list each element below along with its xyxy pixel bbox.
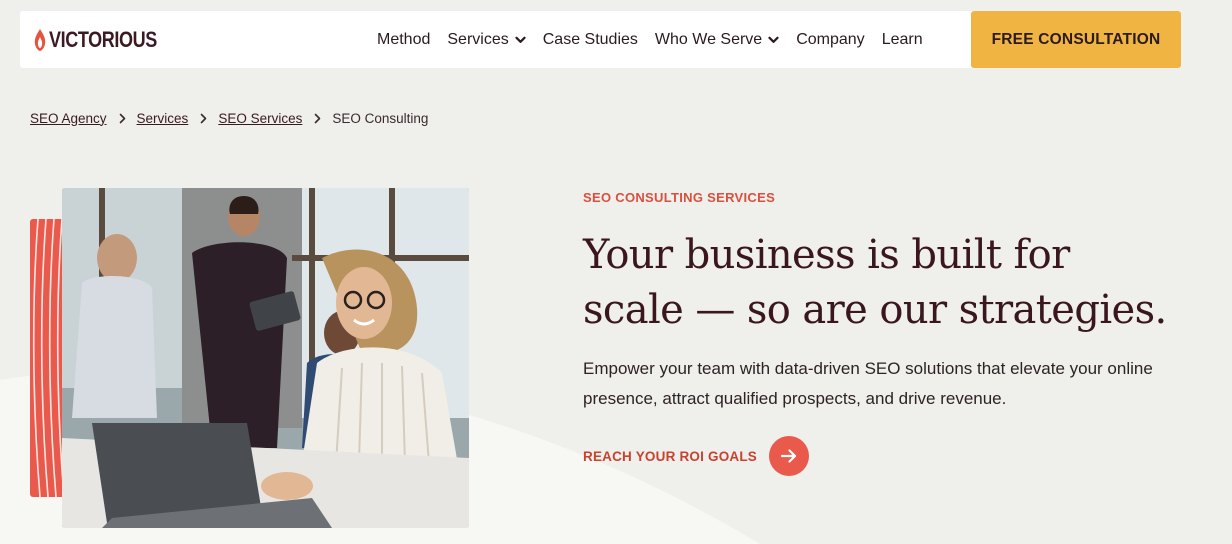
nav-item-label: Case Studies [542,30,638,48]
nav-item-label: Who We Serve [654,30,763,48]
nav-item-method[interactable]: Method [377,31,430,49]
nav-item-label: Services [447,30,509,48]
breadcrumb-link-seo-services[interactable]: SEO Services [218,111,302,126]
hero-description: Empower your team with data-driven SEO s… [583,359,1153,408]
nav-item-label: Method [377,30,431,48]
chevron-down-icon [768,36,779,43]
brand-logo[interactable]: VICTORIOUS [34,26,181,54]
hero-headline-line-1: Your business is built for [583,232,1070,278]
main-menu: Method Services Case Studies Who We Serv… [377,11,940,68]
free-consultation-button[interactable]: FREE CONSULTATION [971,11,1181,68]
top-navigation: VICTORIOUS Method Services Case Studies … [20,11,1181,68]
nav-item-who-we-serve[interactable]: Who We Serve [655,31,779,49]
nav-item-company[interactable]: Company [796,31,864,49]
chevron-down-icon [515,36,526,43]
reach-roi-goals-link[interactable]: REACH YOUR ROI GOALS [583,436,810,476]
team-meeting-photo [62,188,469,528]
nav-item-label: Company [796,30,865,48]
breadcrumb-current: SEO Consulting [332,110,429,126]
brand-name: VICTORIOUS [49,27,157,52]
nav-item-label: Learn [881,30,923,48]
flame-logo-icon [34,29,46,51]
chevron-right-icon [314,113,321,124]
nav-item-services[interactable]: Services [447,30,526,49]
breadcrumb-link-seo-agency[interactable]: SEO Agency [30,111,107,126]
nav-item-case-studies[interactable]: Case Studies [543,31,638,49]
reach-roi-goals-label: REACH YOUR ROI GOALS [583,448,758,464]
nav-item-learn[interactable]: Learn [882,31,923,49]
breadcrumb-link-services[interactable]: Services [137,111,189,126]
hero-headline: Your business is built for scale — so ar… [583,228,1203,338]
breadcrumb: SEO Agency Services SEO Services SEO Con… [30,108,428,128]
hero-eyebrow: SEO CONSULTING SERVICES [583,190,776,205]
arrow-right-icon[interactable] [769,436,810,476]
chevron-right-icon [200,113,207,124]
chevron-right-icon [119,113,126,124]
hero-headline-line-2: scale — so are our strategies. [583,287,1167,333]
